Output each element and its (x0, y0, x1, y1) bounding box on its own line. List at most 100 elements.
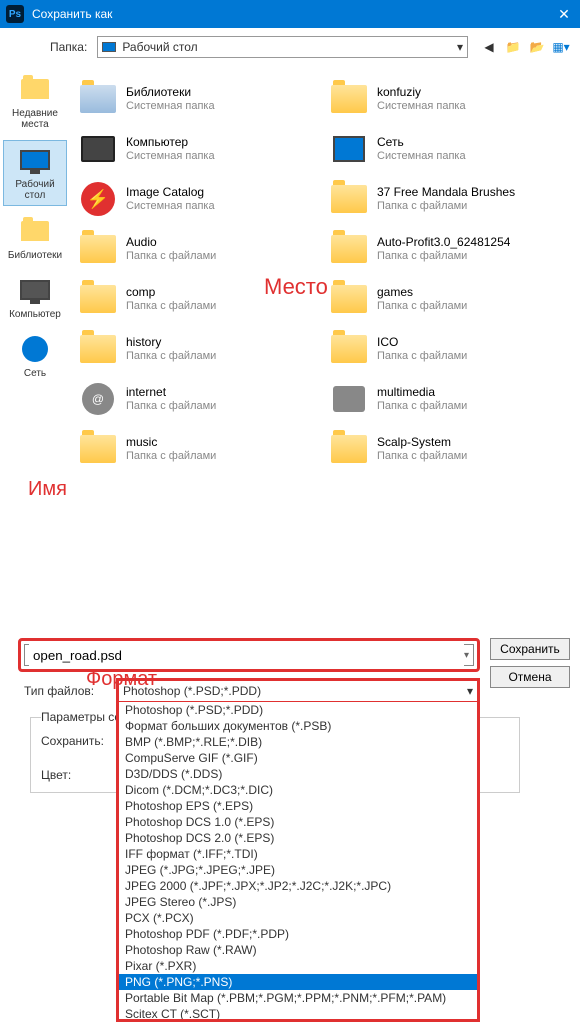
filetype-option[interactable]: Photoshop DCS 1.0 (*.EPS) (119, 814, 477, 830)
file-name: history (126, 335, 216, 349)
sidebar-place[interactable]: Рабочий стол (3, 140, 67, 206)
back-icon[interactable]: ◀ (480, 38, 498, 56)
list-item[interactable]: Auto-Profit3.0_62481254Папка с файлами (325, 224, 576, 274)
file-name: konfuziy (377, 85, 466, 99)
filetype-option[interactable]: Scitex CT (*.SCT) (119, 1006, 477, 1022)
filetype-option[interactable]: JPEG (*.JPG;*.JPEG;*.JPE) (119, 862, 477, 878)
chevron-down-icon[interactable]: ▾ (464, 650, 469, 661)
list-item[interactable]: multimediaПапка с файлами (325, 374, 576, 424)
file-name: 37 Free Mandala Brushes (377, 185, 515, 199)
annotation-format: Формат (86, 668, 157, 691)
close-icon[interactable]: ✕ (554, 6, 574, 23)
filetype-option[interactable]: IFF формат (*.IFF;*.TDI) (119, 846, 477, 862)
file-list: БиблиотекиСистемная папкаkonfuziyСистемн… (70, 66, 580, 638)
file-subtitle: Системная папка (126, 200, 215, 213)
recent-icon (17, 74, 53, 104)
list-item[interactable]: konfuziyСистемная папка (325, 74, 576, 124)
filename-input[interactable] (29, 644, 464, 666)
filetype-option[interactable]: Формат больших документов (*.PSB) (119, 718, 477, 734)
filetype-option[interactable]: PNG (*.PNG;*.PNS) (119, 974, 477, 990)
file-subtitle: Папка с файлами (377, 450, 467, 463)
params-color-label: Цвет: (41, 768, 111, 782)
list-item[interactable]: БиблиотекиСистемная папка (74, 74, 325, 124)
list-item[interactable]: gamesПапка с файлами (325, 274, 576, 324)
sidebar-place-label: Недавние места (3, 108, 67, 130)
folder-icon (329, 279, 369, 319)
file-subtitle: Системная папка (377, 150, 466, 163)
file-name: ICO (377, 335, 467, 349)
file-name: games (377, 285, 467, 299)
path-row: Папка: Рабочий стол ▾ ◀ 📁 📂 ▦▾ (0, 28, 580, 66)
filetype-option[interactable]: Photoshop EPS (*.EPS) (119, 798, 477, 814)
file-subtitle: Папка с файлами (126, 450, 216, 463)
sidebar-place[interactable]: Сеть (3, 330, 67, 383)
list-item[interactable]: КомпьютерСистемная папка (74, 124, 325, 174)
filetype-option[interactable]: Portable Bit Map (*.PBM;*.PGM;*.PPM;*.PN… (119, 990, 477, 1006)
list-item[interactable]: Scalp-SystemПапка с файлами (325, 424, 576, 474)
libraries-icon (17, 216, 53, 246)
desktop-icon (102, 42, 116, 52)
list-item[interactable]: historyПапка с файлами (74, 324, 325, 374)
folder-icon (78, 279, 118, 319)
filetype-option[interactable]: JPEG Stereo (*.JPS) (119, 894, 477, 910)
filetype-option[interactable]: Photoshop PDF (*.PDF;*.PDP) (119, 926, 477, 942)
filetype-option[interactable]: BMP (*.BMP;*.RLE;*.DIB) (119, 734, 477, 750)
chevron-down-icon: ▾ (457, 40, 463, 54)
chevron-down-icon: ▾ (467, 684, 473, 698)
cancel-button[interactable]: Отмена (490, 666, 570, 688)
file-name: Auto-Profit3.0_62481254 (377, 235, 510, 249)
photoshop-icon: Ps (6, 5, 24, 23)
filetype-option[interactable]: Photoshop DCS 2.0 (*.EPS) (119, 830, 477, 846)
list-item[interactable]: musicПапка с файлами (74, 424, 325, 474)
sidebar-place-label: Библиотеки (3, 250, 67, 261)
file-subtitle: Папка с файлами (126, 250, 216, 263)
file-subtitle: Системная папка (377, 100, 466, 113)
sidebar-place[interactable]: Библиотеки (3, 212, 67, 265)
list-item[interactable]: ⚡Image CatalogСистемная папка (74, 174, 325, 224)
folder-select[interactable]: Рабочий стол ▾ (97, 36, 468, 58)
folder-label: Папка: (50, 40, 87, 54)
sidebar-place[interactable]: Компьютер (3, 271, 67, 324)
filetype-option[interactable]: Dicom (*.DCM;*.DC3;*.DIC) (119, 782, 477, 798)
folder-select-value: Рабочий стол (122, 40, 197, 54)
new-folder-icon[interactable]: 📂 (528, 38, 546, 56)
filetype-option[interactable]: PCX (*.PCX) (119, 910, 477, 926)
file-name: Audio (126, 235, 216, 249)
annotation-name: Имя (28, 478, 67, 501)
filetype-select[interactable]: Photoshop (*.PSD;*.PDD) ▾ (116, 678, 480, 704)
filetype-dropdown: Photoshop (*.PSD;*.PDD)Формат больших до… (116, 702, 480, 1022)
list-item[interactable]: СетьСистемная папка (325, 124, 576, 174)
filetype-option[interactable]: CompuServe GIF (*.GIF) (119, 750, 477, 766)
network-icon (329, 129, 369, 169)
media-icon (329, 379, 369, 419)
filetype-option[interactable]: D3D/DDS (*.DDS) (119, 766, 477, 782)
file-name: Сеть (377, 135, 466, 149)
file-name: Компьютер (126, 135, 215, 149)
window-title: Сохранить как (32, 7, 554, 21)
up-icon[interactable]: 📁 (504, 38, 522, 56)
file-subtitle: Папка с файлами (377, 250, 510, 263)
file-subtitle: Папка с файлами (377, 400, 467, 413)
params-save-label: Сохранить: (41, 734, 111, 748)
sidebar-place-label: Рабочий стол (4, 179, 66, 201)
list-item[interactable]: ICOПапка с файлами (325, 324, 576, 374)
sidebar-place[interactable]: Недавние места (3, 70, 67, 134)
libraries-icon (78, 79, 118, 119)
computer-icon (78, 129, 118, 169)
filetype-option[interactable]: Pixar (*.PXR) (119, 958, 477, 974)
filetype-option[interactable]: Photoshop (*.PSD;*.PDD) (119, 702, 477, 718)
catalog-icon: ⚡ (78, 179, 118, 219)
list-item[interactable]: @internetПапка с файлами (74, 374, 325, 424)
view-icon[interactable]: ▦▾ (552, 38, 570, 56)
list-item[interactable]: 37 Free Mandala BrushesПапка с файлами (325, 174, 576, 224)
file-subtitle: Папка с файлами (126, 400, 216, 413)
file-name: Библиотеки (126, 85, 215, 99)
filetype-option[interactable]: Photoshop Raw (*.RAW) (119, 942, 477, 958)
save-button[interactable]: Сохранить (490, 638, 570, 660)
desktop-icon (17, 145, 53, 175)
sidebar-place-label: Сеть (3, 368, 67, 379)
file-name: Scalp-System (377, 435, 467, 449)
folder-icon (329, 429, 369, 469)
filetype-option[interactable]: JPEG 2000 (*.JPF;*.JPX;*.JP2;*.J2C;*.J2K… (119, 878, 477, 894)
list-item[interactable]: AudioПапка с файлами (74, 224, 325, 274)
